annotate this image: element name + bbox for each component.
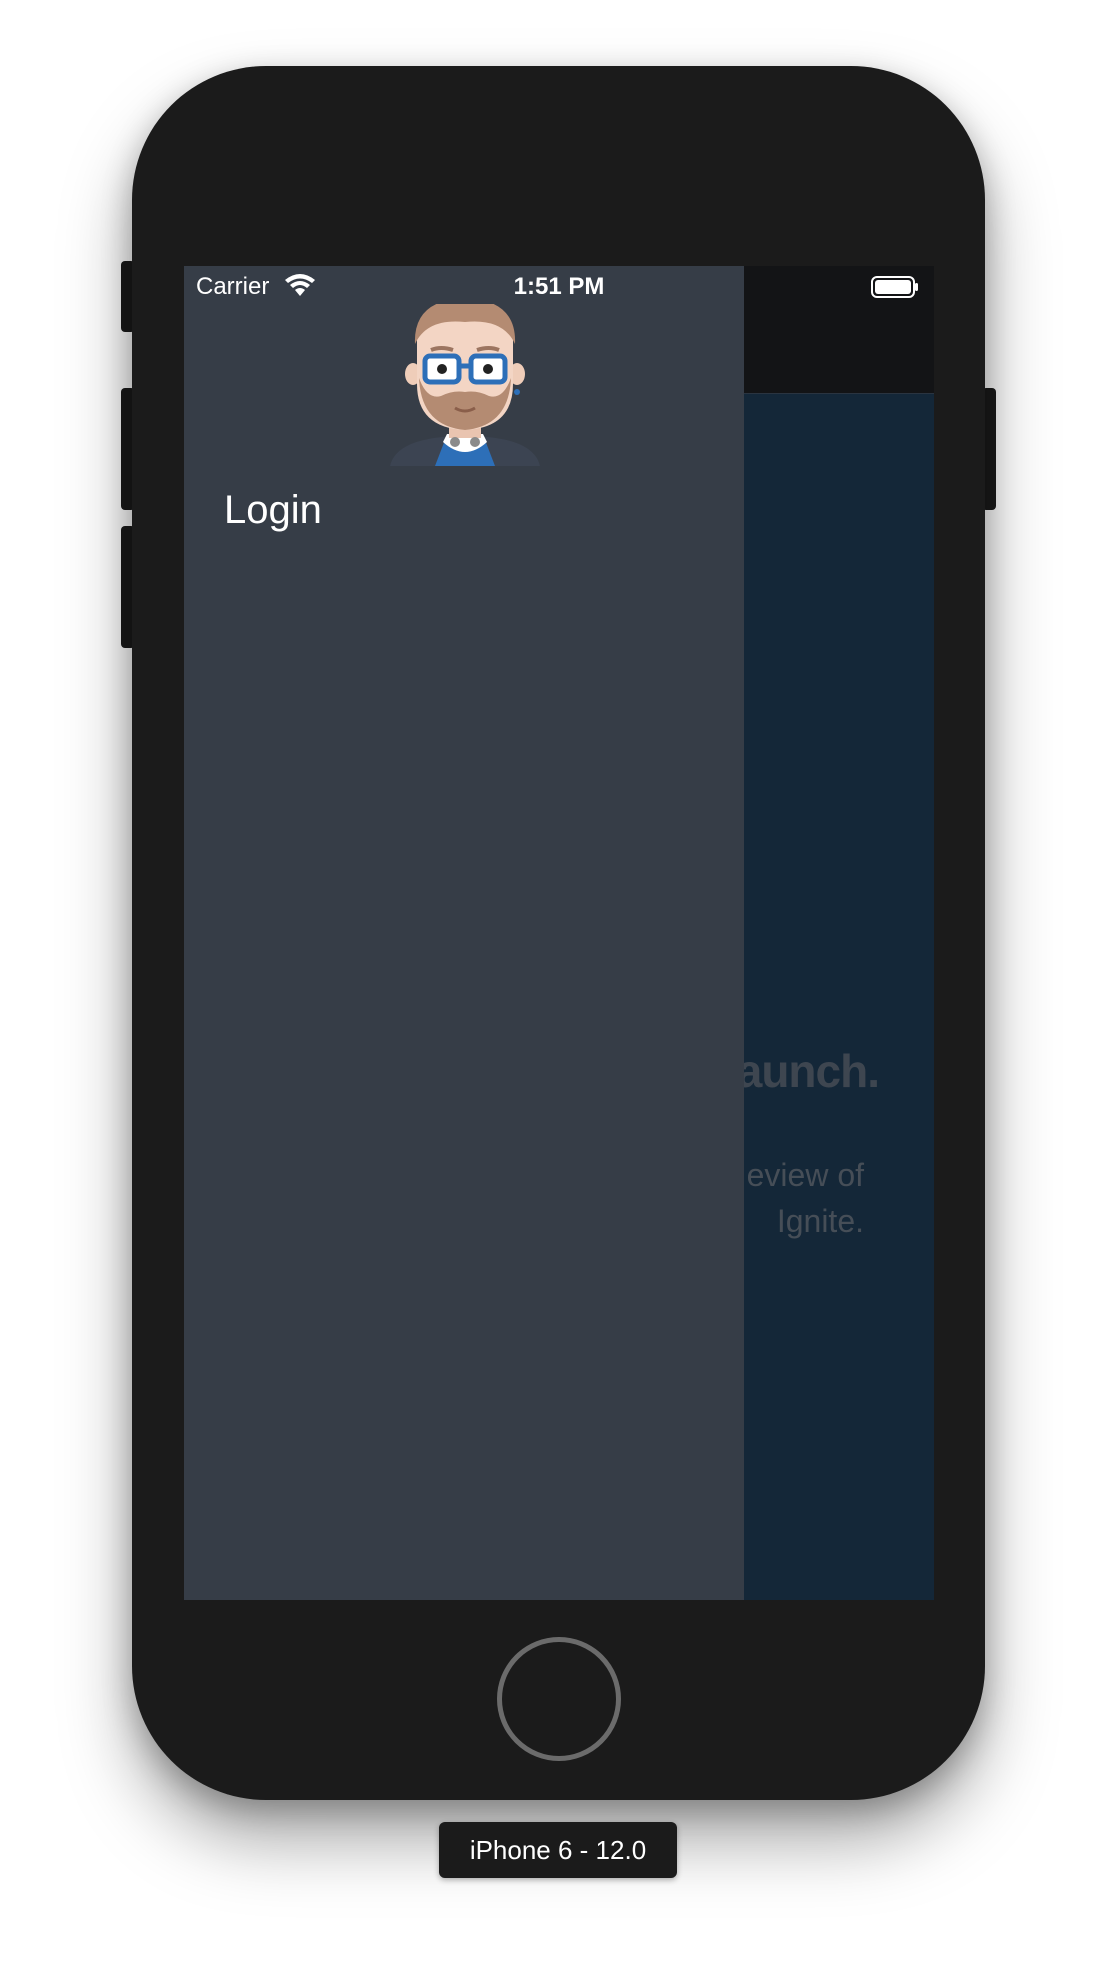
side-drawer: Login [184,266,744,1600]
background-headline: aunch. [736,1045,880,1097]
battery-icon [871,276,919,298]
simulator-stage: aunch. eview of Ignite. Login Carrier 1:… [0,0,1118,1962]
device-screen: aunch. eview of Ignite. Login Carrier 1:… [184,266,934,1600]
status-bar: Carrier 1:51 PM [184,266,934,306]
avatar [385,304,545,466]
home-button[interactable] [497,1637,621,1761]
drawer-item-login[interactable]: Login [224,488,322,533]
status-time: 1:51 PM [513,273,605,300]
device-label: iPhone 6 - 12.0 [439,1822,677,1878]
